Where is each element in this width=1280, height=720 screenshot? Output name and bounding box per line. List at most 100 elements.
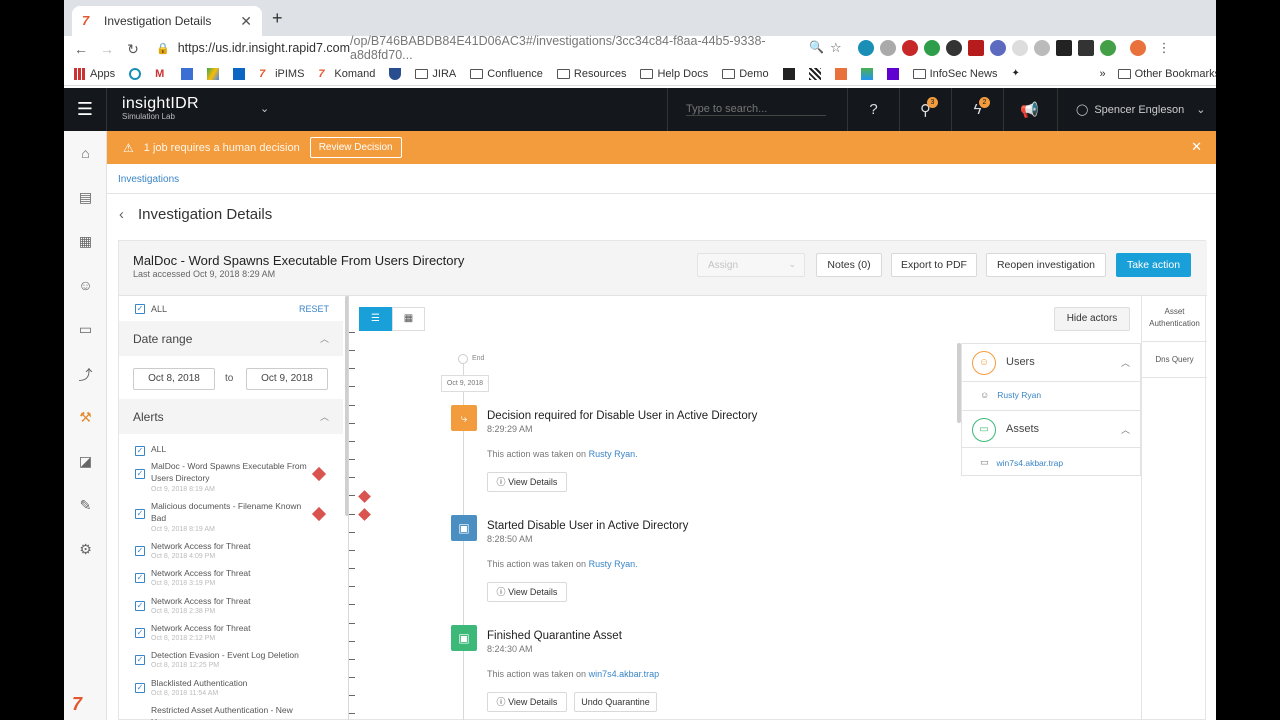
checkbox-checked-icon[interactable]: ✓ [135,601,145,611]
user-actor[interactable]: ☺ Rusty Ryan [980,390,1041,400]
tab-dns-query[interactable]: Dns Query [1142,342,1207,378]
browser-tab[interactable]: 7 Investigation Details ✕ [72,6,262,36]
reports-icon[interactable]: ◪ [64,453,107,470]
bookmark-demo[interactable]: Demo [722,68,769,80]
settings-gear-icon[interactable]: ⚙ [64,541,107,558]
hide-actors-button[interactable]: Hide actors [1054,307,1130,331]
profile-avatar[interactable] [1129,40,1146,56]
chevron-down-icon[interactable]: ⌄ [260,102,269,115]
investigations-icon[interactable]: ⤴ [64,365,107,385]
star-icon[interactable]: ☆ [830,40,842,56]
checkbox-checked-icon[interactable]: ✓ [135,546,145,556]
bookmark-infosec-news[interactable]: InfoSec News [912,68,997,80]
bookmark-icon-only[interactable] [181,67,194,80]
reset-link[interactable]: RESET [299,304,329,314]
extension-icon[interactable] [901,40,918,56]
alert-item[interactable]: Restricted Asset Authentication - New Us… [135,704,325,720]
filter-all[interactable]: ✓ ALL [135,304,167,314]
view-details-button[interactable]: ⓘ View Details [487,692,567,712]
zoom-icon[interactable]: 🔍 [809,40,824,56]
breadcrumb-investigations[interactable]: Investigations [118,174,179,185]
export-pdf-button[interactable]: Export to PDF [891,253,977,277]
alerts-all[interactable]: ✓ ALL [135,443,325,457]
bookmark-ipims[interactable]: 7 iPIMS [259,68,304,80]
event-target-link[interactable]: Rusty Ryan. [589,559,638,569]
checkbox-checked-icon[interactable]: ✓ [135,683,145,693]
bookmark-icon-only[interactable] [782,67,795,80]
bookmark-icon-only[interactable]: M [155,68,167,80]
user-menu[interactable]: ◯ Spencer Engleson ⌄ [1057,88,1216,131]
alert-item[interactable]: ✓ Malicious documents - Filename Known Ba… [135,500,327,536]
tab-asset-authentication[interactable]: Asset Authentication [1142,296,1207,342]
back-icon[interactable]: ← [68,41,94,57]
checkbox-checked-icon[interactable]: ✓ [135,509,145,519]
assets-icon[interactable]: ▭ [64,321,107,338]
notes-button[interactable]: Notes (0) [816,253,882,277]
date-to-field[interactable]: Oct 9, 2018 [246,368,328,390]
alert-item[interactable]: ✓ Blacklisted Authentication Oct 8, 2018 1… [135,677,325,703]
checkbox-checked-icon[interactable]: ✓ [135,304,145,314]
event-target-link[interactable]: Rusty Ryan. [589,449,638,459]
new-tab-icon[interactable]: + [272,8,283,29]
announcements-button[interactable]: 📢 [1003,88,1055,131]
plugins-icon[interactable]: ✎ [64,497,107,514]
bookmark-komand[interactable]: 7 Komand [318,68,375,80]
checkbox-checked-icon[interactable]: ✓ [135,655,145,665]
date-from-field[interactable]: Oct 8, 2018 [133,368,215,390]
alerts-section[interactable]: Alerts ︿ [119,399,343,434]
reload-icon[interactable]: ↻ [120,41,146,58]
list-view-icon[interactable]: ☰ [359,307,392,331]
investigations-button[interactable]: ⚲ 3 [899,88,951,131]
view-details-button[interactable]: ⓘ View Details [487,582,567,602]
alerts-button[interactable]: ϟ2 [951,88,1003,131]
take-action-button[interactable]: Take action [1116,253,1191,277]
extension-icon[interactable] [945,40,962,56]
event-target-link[interactable]: win7s4.akbar.trap [589,669,660,679]
extension-icon[interactable] [923,40,940,56]
bookmark-icon-only[interactable] [389,67,402,80]
extension-icon[interactable] [1033,40,1050,56]
back-chevron-icon[interactable]: ‹ [119,206,124,223]
bookmark-icon-only[interactable]: ✦ [1011,68,1023,80]
bookmark-confluence[interactable]: Confluence [470,68,543,80]
bookmark-icon-only[interactable] [207,67,220,80]
grid-view-icon[interactable]: ▦ [392,307,425,331]
menu-kebab-icon[interactable]: ⋮ [1158,40,1171,56]
review-decision-button[interactable]: Review Decision [309,137,402,158]
product-brand[interactable]: insightIDR Simulation Lab [122,95,199,121]
extension-icon[interactable] [857,40,874,56]
extension-icon[interactable] [1011,40,1028,56]
home-icon[interactable]: ⌂ [64,145,107,161]
asset-actor[interactable]: ▭ win7s4.akbar.trap [980,457,1063,468]
users-section[interactable]: ☺ Users ︿ [962,344,1140,382]
alert-item[interactable]: ✓ Network Access for Threat Oct 8, 2018 4:… [135,540,325,566]
extension-icon[interactable] [967,40,984,56]
bookmark-icon-only[interactable] [834,67,847,80]
undo-quarantine-button[interactable]: Undo Quarantine [574,692,657,712]
extension-icon[interactable] [1099,40,1116,56]
address-bar[interactable]: 🔒 https://us.idr.insight.rapid7.com/op/B… [156,34,816,62]
assign-dropdown[interactable]: Assign ⌄ [697,253,805,277]
close-icon[interactable]: ✕ [1191,139,1202,155]
reopen-investigation-button[interactable]: Reopen investigation [986,253,1106,277]
checkbox-checked-icon[interactable]: ✓ [135,628,145,638]
search-input[interactable] [686,103,826,116]
bookmark-resources[interactable]: Resources [556,68,626,80]
alert-item[interactable]: ✓ Network Access for Threat Oct 8, 2018 3:… [135,567,325,593]
automation-icon[interactable]: ⚒ [64,409,107,426]
checkbox-checked-icon[interactable]: ✓ [135,573,145,583]
extension-icon[interactable] [1055,40,1072,56]
assets-section[interactable]: ▭ Assets ︿ [962,410,1140,448]
bookmark-icon-only[interactable] [233,67,246,80]
bookmark-icon-only[interactable] [886,67,899,80]
forward-icon[interactable]: → [94,41,120,57]
hamburger-menu-icon[interactable]: ☰ [64,88,107,131]
extension-icon[interactable] [879,40,896,56]
bookmark-other[interactable]: Other Bookmarks [1117,68,1216,80]
bookmark-jira[interactable]: JIRA [415,68,456,80]
view-details-button[interactable]: ⓘ View Details [487,472,567,492]
date-range-section[interactable]: Date range ︿ [119,321,343,356]
alert-marker-icon[interactable] [358,508,371,521]
alert-item[interactable]: ✓ Detection Evasion - Event Log Deletion O… [135,649,325,675]
bookmark-icon-only[interactable] [808,67,821,80]
